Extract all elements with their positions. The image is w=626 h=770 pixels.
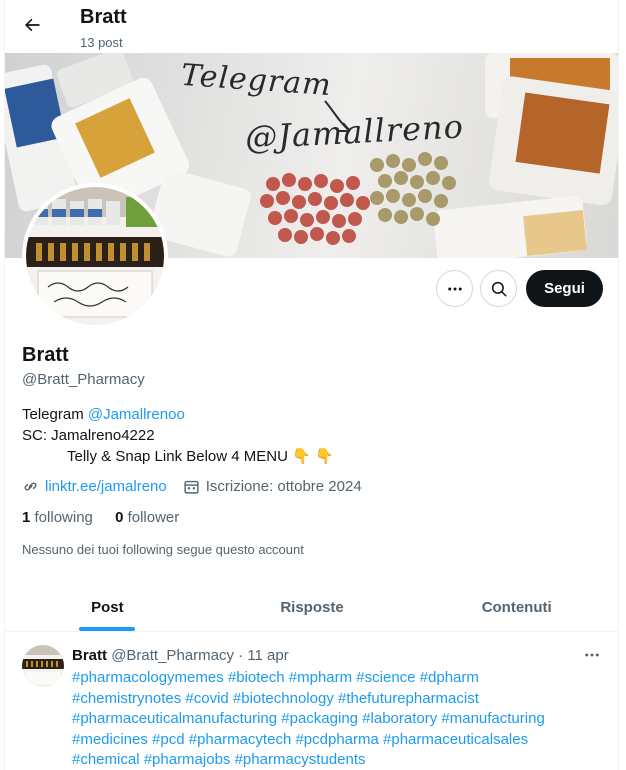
- ellipsis-icon: [585, 653, 599, 657]
- bio-line-3: Telly & Snap Link Below 4 MENU 👇 👇: [67, 448, 334, 465]
- follow-button[interactable]: Segui: [526, 270, 603, 307]
- profile-name: Bratt: [22, 344, 69, 366]
- followers-link[interactable]: 0 follower: [115, 509, 179, 526]
- post-author-handle[interactable]: @Bratt_Pharmacy: [111, 647, 234, 664]
- profile-bio: Telegram @Jamallrenoo SC: Jamalreno4222 …: [22, 404, 334, 467]
- post-text-line[interactable]: #pharmacologymemes #biotech #mpharm #sci…: [72, 668, 602, 689]
- post-author-name[interactable]: Bratt: [72, 647, 107, 664]
- bio-line-1-prefix: Telegram: [22, 406, 88, 423]
- post-separator: ·: [238, 647, 244, 664]
- follow-counts: 1 following 0 follower: [22, 509, 179, 526]
- tab-post-label: Post: [91, 598, 124, 616]
- post-count: 13 post: [80, 35, 123, 50]
- post-text-line[interactable]: #medicines #pcd #pharmacytech #pcdpharma…: [72, 730, 602, 751]
- profile-url[interactable]: linktr.ee/jamalreno: [45, 478, 167, 495]
- tab-risposte-label: Risposte: [280, 598, 344, 616]
- profile-tabs: Post Risposte Contenuti: [5, 583, 618, 632]
- following-label: following: [34, 509, 93, 526]
- tab-post[interactable]: Post: [5, 583, 210, 631]
- bio-line-1: Telegram @Jamallrenoo: [22, 404, 334, 425]
- bio-telegram-link[interactable]: @Jamallrenoo: [88, 406, 185, 423]
- post-author-avatar[interactable]: [22, 645, 64, 687]
- bio-line-2: SC: Jamalreno4222: [22, 427, 155, 444]
- post-avatar-photo: [22, 645, 64, 687]
- profile-header: Bratt 13 post: [5, 0, 618, 53]
- profile-avatar[interactable]: [22, 183, 168, 329]
- calendar-icon: [183, 478, 200, 495]
- post-text-line[interactable]: #chemistrynotes #covid #biotechnology #t…: [72, 689, 602, 710]
- mutuals-note: Nessuno dei tuoi following segue questo …: [22, 542, 304, 557]
- search-icon: [491, 281, 506, 296]
- back-button[interactable]: [19, 12, 45, 38]
- tab-risposte[interactable]: Risposte: [210, 583, 415, 631]
- avatar-photo: [26, 187, 164, 325]
- post-header: Bratt @Bratt_Pharmacy · 11 apr: [72, 647, 289, 664]
- link-icon: [22, 478, 39, 495]
- active-tab-indicator: [79, 627, 136, 631]
- tab-contenuti[interactable]: Contenuti: [414, 583, 618, 631]
- profile-meta: linktr.ee/jamalreno Iscrizione: ottobre …: [22, 478, 362, 495]
- post-text: #pharmacologymemes #biotech #mpharm #sci…: [72, 668, 602, 770]
- header-title: Bratt: [80, 6, 127, 28]
- following-count: 1: [22, 509, 31, 526]
- more-options-button[interactable]: [436, 270, 473, 307]
- following-link[interactable]: 1 following: [22, 509, 93, 526]
- tab-contenuti-label: Contenuti: [481, 598, 552, 616]
- ellipsis-icon: [447, 287, 462, 290]
- followers-label: follower: [127, 509, 180, 526]
- search-profile-button[interactable]: [480, 270, 517, 307]
- profile-page: Bratt 13 post Telegram @Jamallreno Segui…: [4, 0, 619, 770]
- profile-handle: @Bratt_Pharmacy: [22, 371, 145, 388]
- post-text-line[interactable]: #pharmaceuticalmanufacturing #packaging …: [72, 709, 602, 730]
- join-date: Iscrizione: ottobre 2024: [205, 478, 362, 495]
- post-text-line[interactable]: #chemical #pharmajobs #pharmacystudents: [72, 750, 602, 770]
- post-date[interactable]: 11 apr: [247, 647, 288, 664]
- arrow-left-icon: [25, 18, 40, 32]
- followers-count: 0: [115, 509, 124, 526]
- post-more-button[interactable]: [581, 646, 603, 664]
